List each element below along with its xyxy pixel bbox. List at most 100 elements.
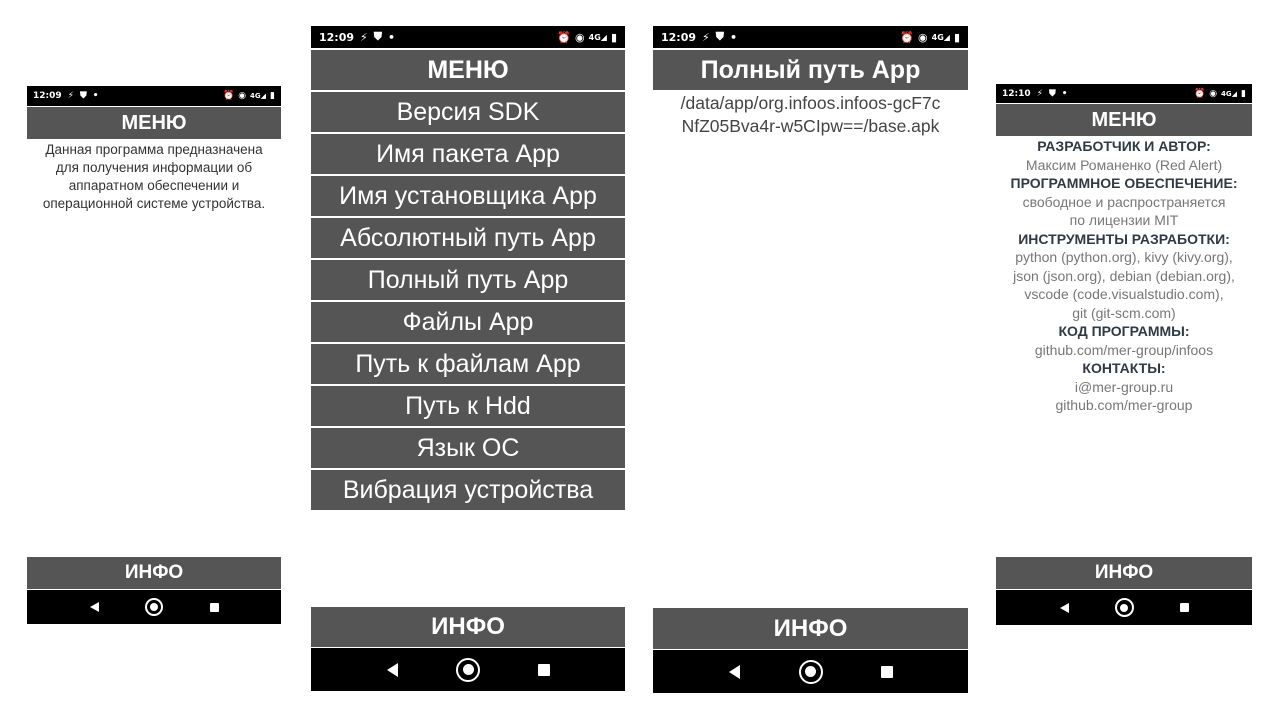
tools-value: git (git-scm.com): [1072, 304, 1176, 321]
info-label: ИНФО: [124, 562, 184, 583]
shield-icon: ⛊: [79, 91, 87, 101]
software-value: свободное и распространяется: [1022, 193, 1226, 210]
shield-icon: ⛊: [373, 30, 382, 43]
alarm-icon: ⏰: [900, 30, 915, 44]
menu-item-absolute-path[interactable]: Абсолютный путь App: [311, 218, 625, 258]
info-label: ИНФО: [1094, 562, 1154, 583]
source-code-link[interactable]: github.com/mer-group/infoos: [996, 341, 1252, 360]
menu-item-label: Файлы App: [402, 307, 534, 336]
status-time: 12:09: [319, 30, 355, 44]
recent-apps-icon: [538, 663, 550, 676]
menu-item-os-language[interactable]: Язык ОС: [311, 428, 625, 468]
menu-button[interactable]: МЕНЮ: [27, 107, 281, 139]
status-bar: 12:10 ⚡ ⛊ • ⏰ ◉ 4G◢ ▮: [996, 84, 1252, 103]
software-heading: ПРОГРАММНОЕ ОБЕСПЕЧЕНИЕ:: [1010, 175, 1238, 191]
flash-icon: ⚡: [702, 30, 710, 44]
home-button[interactable]: [773, 650, 849, 693]
navigation-bar: [996, 590, 1252, 625]
source-code-heading: КОД ПРОГРАММЫ:: [1058, 323, 1190, 339]
info-button[interactable]: ИНФО: [311, 607, 625, 647]
back-icon: [89, 602, 99, 612]
screen-title: Полный путь App: [700, 55, 921, 84]
battery-icon: ▮: [270, 91, 275, 101]
screen-menu: 12:09 ⚡ ⛊ • ⏰ ◉ 4G◢ ▮ МЕНЮ Версия SDK Им…: [311, 26, 625, 691]
menu-item-full-path[interactable]: Полный путь App: [311, 260, 625, 300]
home-icon: [1114, 598, 1134, 617]
signal-4g-icon: 4G◢: [250, 92, 267, 100]
hotspot-icon: ◉: [1209, 88, 1218, 99]
home-button[interactable]: [1094, 590, 1154, 625]
menu-item-vibration[interactable]: Вибрация устройства: [311, 470, 625, 510]
recent-apps-icon: [1179, 603, 1189, 612]
alarm-icon: ⏰: [222, 91, 235, 101]
hotspot-icon: ◉: [575, 30, 585, 44]
recent-apps-button[interactable]: [184, 590, 244, 624]
menu-item-label: Имя установщика App: [339, 181, 597, 210]
menu-item-sdk-version[interactable]: Версия SDK: [311, 92, 625, 132]
menu-title: МЕНЮ: [121, 111, 187, 134]
developer-info: РАЗРАБОТЧИК И АВТОР: Максим Романенко (R…: [996, 137, 1252, 415]
tools-value: vscode (code.visualstudio.com),: [1024, 286, 1224, 302]
menu-item-files-path[interactable]: Путь к файлам App: [311, 344, 625, 384]
contacts-heading: КОНТАКТЫ:: [1082, 360, 1166, 376]
menu-item-installer-name[interactable]: Имя установщика App: [311, 176, 625, 216]
info-label: ИНФО: [431, 613, 505, 640]
menu-item-label: Версия SDK: [396, 97, 540, 126]
dot-icon: •: [1061, 88, 1068, 99]
shield-icon: ⛊: [1048, 88, 1056, 99]
navigation-bar: [27, 590, 281, 624]
info-label: ИНФО: [773, 614, 848, 642]
menu-item-label: Путь к файлам App: [355, 349, 581, 378]
menu-item-package-name[interactable]: Имя пакета App: [311, 134, 625, 174]
recent-apps-button[interactable]: [506, 648, 582, 691]
info-button[interactable]: ИНФО: [653, 608, 968, 649]
software-value: по лицензии MIT: [1069, 212, 1179, 228]
alarm-icon: ⏰: [557, 30, 572, 44]
menu-button[interactable]: Полный путь App: [653, 50, 968, 90]
back-icon: [1059, 602, 1069, 613]
menu-item-hdd-path[interactable]: Путь к Hdd: [311, 386, 625, 426]
menu-item-label: Путь к Hdd: [405, 391, 531, 420]
hotspot-icon: ◉: [238, 91, 247, 101]
home-button[interactable]: [124, 590, 184, 624]
recent-apps-button[interactable]: [1154, 590, 1214, 625]
signal-4g-icon: 4G◢: [1221, 89, 1238, 98]
home-button[interactable]: [430, 648, 506, 691]
home-icon: [798, 659, 823, 684]
info-button[interactable]: ИНФО: [27, 557, 281, 589]
back-icon: [729, 664, 740, 679]
navigation-bar: [653, 650, 968, 693]
shield-icon: ⛊: [715, 30, 724, 43]
flash-icon: ⚡: [360, 30, 368, 44]
battery-icon: ▮: [953, 30, 960, 44]
menu-item-label: Язык ОС: [416, 433, 520, 462]
status-bar: 12:09 ⚡ ⛊ • ⏰ ◉ 4G◢ ▮: [27, 86, 281, 106]
recent-apps-button[interactable]: [849, 650, 925, 693]
alarm-icon: ⏰: [1193, 88, 1206, 99]
back-button[interactable]: [354, 648, 430, 691]
tools-heading: ИНСТРУМЕНТЫ РАЗРАБОТКИ:: [1018, 230, 1230, 247]
back-button[interactable]: [697, 650, 773, 693]
tools-value: json (json.org), debian (debian.org),: [1013, 267, 1235, 284]
signal-4g-icon: 4G◢: [931, 32, 950, 42]
flash-icon: ⚡: [1036, 88, 1043, 99]
navigation-bar: [311, 648, 625, 691]
full-path-value: /data/app/org.infoos.infoos-gcF7c NfZ05B…: [657, 92, 964, 138]
flash-icon: ⚡: [67, 91, 74, 101]
info-button[interactable]: ИНФО: [996, 557, 1252, 589]
battery-icon: ▮: [1241, 88, 1246, 99]
menu-title: МЕНЮ: [427, 55, 509, 84]
recent-apps-icon: [209, 602, 219, 612]
menu-title: МЕНЮ: [1091, 108, 1157, 131]
home-icon: [456, 657, 480, 682]
menu-button[interactable]: МЕНЮ: [311, 50, 625, 90]
status-time: 12:10: [1002, 88, 1031, 99]
app-description: Данная программа предназначена для получ…: [42, 142, 266, 211]
back-button[interactable]: [64, 590, 124, 624]
contact-email[interactable]: i@mer-group.ru: [996, 378, 1252, 397]
menu-button[interactable]: МЕНЮ: [996, 104, 1252, 136]
back-button[interactable]: [1034, 590, 1094, 625]
menu-item-app-files[interactable]: Файлы App: [311, 302, 625, 342]
contact-github[interactable]: github.com/mer-group: [996, 396, 1252, 415]
dot-icon: •: [730, 30, 738, 44]
